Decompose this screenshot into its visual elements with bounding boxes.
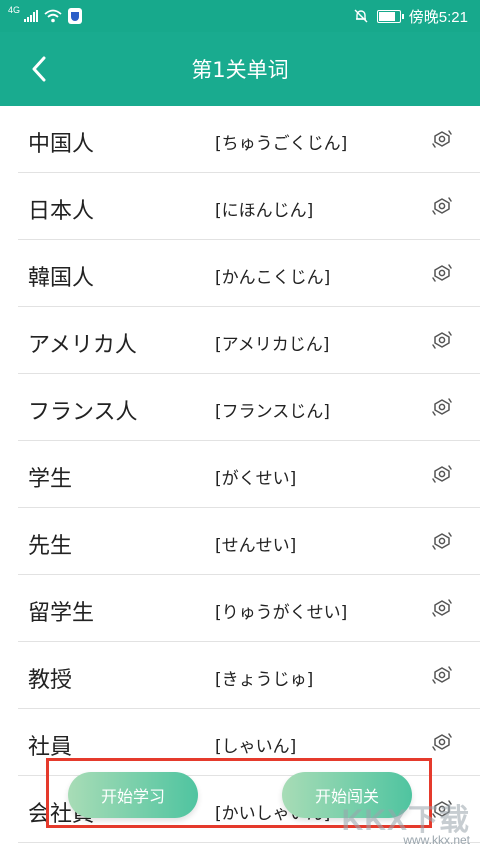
speaker-icon[interactable] <box>430 194 454 218</box>
word-reading: [にほんじん] <box>215 201 314 221</box>
word-text: 社員 <box>28 735 73 760</box>
app-header: 第1关单词 <box>0 32 480 106</box>
speaker-icon[interactable] <box>430 462 454 486</box>
word-reading: [ちゅうごくじん] <box>215 134 348 154</box>
network-type: 4G <box>8 5 21 15</box>
battery-icon <box>376 9 404 23</box>
speaker-icon[interactable] <box>430 395 454 419</box>
speaker-icon[interactable] <box>430 663 454 687</box>
status-time: 傍晚5:21 <box>408 8 468 26</box>
wifi-icon <box>44 9 62 23</box>
word-row[interactable]: 留学生 [りゅうがくせい] <box>18 575 480 642</box>
word-text: 韓国人 <box>28 266 95 291</box>
word-row[interactable]: 教授 [きょうじゅ] <box>18 642 480 709</box>
speaker-icon[interactable] <box>430 730 454 754</box>
word-text: 日本人 <box>28 199 95 224</box>
word-text: フランス人 <box>28 400 138 425</box>
word-row[interactable]: フランス人 [フランスじん] <box>18 374 480 441</box>
word-row[interactable]: 韓国人 [かんこくじん] <box>18 240 480 307</box>
speaker-icon[interactable] <box>430 261 454 285</box>
speaker-icon[interactable] <box>430 127 454 151</box>
word-reading: [フランスじん] <box>215 402 330 422</box>
word-row[interactable]: 日本人 [にほんじん] <box>18 173 480 240</box>
word-reading: [りゅうがくせい] <box>215 603 348 623</box>
status-left: 4G <box>8 5 83 26</box>
speaker-icon[interactable] <box>430 529 454 553</box>
watermark-brand: KKX下载 <box>341 804 470 837</box>
word-row[interactable]: アメリカ人 [アメリカじん] <box>18 307 480 374</box>
word-reading: [がくせい] <box>215 469 297 489</box>
status-bar: 4G 傍晚5:21 <box>0 0 480 32</box>
word-reading: [アメリカじん] <box>215 335 330 355</box>
word-list: 中国人 [ちゅうごくじん] 日本人 [にほんじん] 韓国人 [かんこくじん] アメリカ人 [ア… <box>18 106 480 843</box>
mute-bell-icon <box>354 9 368 23</box>
shield-icon <box>68 8 83 24</box>
watermark: KKX下载 www.kkx.net <box>342 795 470 847</box>
word-text: 教授 <box>28 668 73 693</box>
word-text: アメリカ人 <box>28 333 137 358</box>
word-text: 留学生 <box>28 601 95 626</box>
speaker-icon[interactable] <box>430 596 454 620</box>
word-text: 学生 <box>28 467 73 492</box>
word-reading: [しゃいん] <box>215 737 297 757</box>
signal-icon <box>24 10 39 22</box>
word-reading: [きょうじゅ] <box>215 670 314 690</box>
word-row[interactable]: 先生 [せんせい] <box>18 508 480 575</box>
word-reading: [せんせい] <box>215 536 297 556</box>
status-right: 傍晚5:21 <box>353 6 468 26</box>
speaker-icon[interactable] <box>430 328 454 352</box>
word-text: 中国人 <box>28 132 95 157</box>
word-row[interactable]: 中国人 [ちゅうごくじん] <box>18 106 480 173</box>
word-row[interactable]: 学生 [がくせい] <box>18 441 480 508</box>
page-title: 第1关单词 <box>191 58 289 82</box>
word-reading: [かんこくじん] <box>215 268 331 288</box>
word-text: 先生 <box>28 534 73 559</box>
start-study-button[interactable]: 开始学习 <box>68 772 198 818</box>
